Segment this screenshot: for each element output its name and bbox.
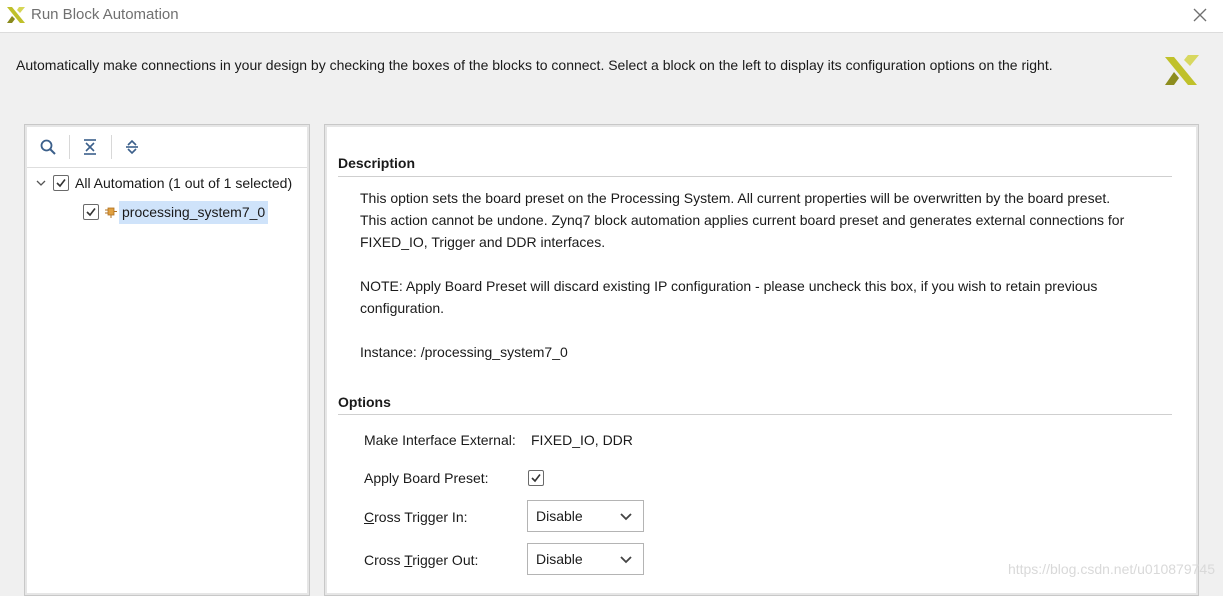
cross-trigger-out-label-first: Cross (364, 552, 405, 568)
checkmark-icon (531, 474, 541, 483)
processing-system-checkbox[interactable] (83, 204, 99, 220)
watermark-text: https://blog.csdn.net/u010879745 (1007, 561, 1215, 577)
section-divider (338, 176, 1172, 177)
section-divider (338, 414, 1172, 415)
make-interface-external-value: FIXED_IO, DDR (531, 432, 633, 448)
close-icon[interactable] (1191, 6, 1209, 24)
note-line-2: configuration. (360, 300, 445, 316)
cross-trigger-out-label: Cross Trigger Out: (364, 552, 478, 568)
cross-trigger-out-value: Disable (536, 551, 583, 567)
chevron-down-icon[interactable] (35, 177, 47, 189)
description-line-1: This option sets the board preset on the… (360, 190, 1111, 206)
checkmark-icon (86, 208, 96, 217)
all-automation-checkbox[interactable] (53, 175, 69, 191)
cross-trigger-in-label-rest: ross Trigger In: (374, 509, 468, 525)
instance-text: Instance: /processing_system7_0 (360, 344, 568, 360)
cross-trigger-in-value: Disable (536, 508, 583, 524)
apply-board-preset-checkbox[interactable] (528, 470, 544, 486)
header-description: Automatically make connections in your d… (16, 57, 1053, 73)
ip-block-icon (105, 207, 117, 218)
cross-trigger-out-select[interactable]: Disable (527, 543, 644, 575)
cross-trigger-in-select[interactable]: Disable (527, 500, 644, 532)
tree-root-row[interactable]: All Automation (1 out of 1 selected) (35, 171, 292, 195)
collapse-all-icon[interactable] (81, 138, 99, 156)
toolbar-separator (69, 135, 70, 159)
make-interface-external-label: Make Interface External: (364, 432, 516, 448)
all-automation-label: All Automation (1 out of 1 selected) (75, 175, 293, 191)
toolbar-separator (111, 135, 112, 159)
description-heading: Description (338, 155, 416, 171)
chevron-down-icon (620, 513, 632, 521)
cross-trigger-in-label: Cross Trigger In: (364, 509, 468, 525)
search-icon[interactable] (39, 138, 57, 156)
xilinx-logo-icon (1165, 55, 1199, 85)
window-title: Run Block Automation (31, 6, 179, 23)
description-line-3: FIXED_IO, Trigger and DDR interfaces. (360, 234, 606, 250)
apply-board-preset-label: Apply Board Preset: (364, 470, 489, 486)
checkmark-icon (56, 179, 66, 188)
configuration-panel: Description This option sets the board p… (324, 124, 1199, 596)
expand-all-icon[interactable] (123, 138, 141, 156)
options-heading: Options (338, 394, 391, 410)
title-bar: Run Block Automation (0, 0, 1223, 33)
dialog-header: Automatically make connections in your d… (0, 33, 1223, 123)
automation-tree-panel: All Automation (1 out of 1 selected) pro… (24, 124, 310, 596)
chevron-down-icon (620, 556, 632, 564)
xilinx-logo-icon (7, 7, 25, 23)
cross-trigger-in-mnemonic: C (364, 509, 375, 525)
tree-toolbar (27, 127, 307, 168)
description-line-2: This action cannot be undone. Zynq7 bloc… (360, 212, 1125, 228)
note-line-1: NOTE: Apply Board Preset will discard ex… (360, 278, 1098, 294)
tree-item-processing-system[interactable]: processing_system7_0 (83, 200, 269, 224)
processing-system-label[interactable]: processing_system7_0 (119, 200, 269, 224)
cross-trigger-out-label-rest: rigger Out: (412, 552, 479, 568)
